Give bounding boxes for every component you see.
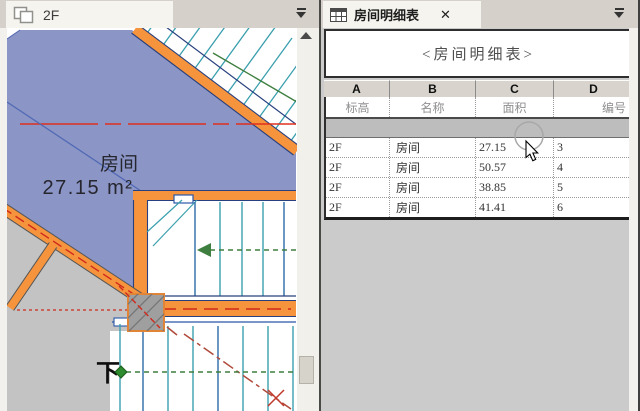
tab-schedule-label: 房间明细表: [354, 8, 420, 23]
header-area[interactable]: 面积: [476, 97, 554, 117]
room-tag-name[interactable]: 房间: [100, 153, 138, 175]
cell-level[interactable]: 2F: [326, 198, 390, 217]
door-opening-marker: [173, 194, 194, 204]
cell-name[interactable]: 房间: [390, 158, 476, 177]
vertical-wall[interactable]: [132, 200, 149, 300]
cell-number[interactable]: 6: [554, 198, 631, 217]
cell-level[interactable]: 2F: [326, 158, 390, 177]
schedule-title[interactable]: <房间明细表>: [324, 29, 633, 78]
scrollbar-thumb[interactable]: [299, 356, 314, 384]
left-view-scrollbar[interactable]: [297, 28, 319, 411]
left-view-tabbar: 2F: [0, 0, 319, 28]
floor-plan-icon: [13, 6, 34, 23]
cell-area[interactable]: 38.85: [476, 178, 554, 197]
revit-window: 2F 房间 27.15 m² 下 房间明细表 ✕ <房间明细表> A B C D…: [0, 0, 640, 411]
column-letter-a[interactable]: A: [324, 80, 390, 97]
table-row: 2F 房间 41.41 6: [326, 198, 631, 217]
column-letter-d[interactable]: D: [554, 80, 633, 97]
schedule-view-area: <房间明细表> A B C D 标高 名称 面积 编号 2F 房间 27.15 …: [321, 28, 638, 411]
right-view-tabbar: 房间明细表 ✕: [321, 0, 638, 28]
header-row: 标高 名称 面积 编号: [326, 97, 631, 119]
cell-area[interactable]: 41.41: [476, 198, 554, 217]
cell-level[interactable]: 2F: [326, 138, 390, 157]
cell-level[interactable]: 2F: [326, 178, 390, 197]
cell-name[interactable]: 房间: [390, 138, 476, 157]
cell-name[interactable]: 房间: [390, 198, 476, 217]
cell-area[interactable]: 27.15: [476, 138, 554, 157]
schedule-body: 标高 名称 面积 编号 2F 房间 27.15 3 2F 房间 50.57 4 …: [324, 97, 633, 220]
column-letter-b[interactable]: B: [390, 80, 476, 97]
right-tab-collapse-chevron-icon[interactable]: [613, 8, 626, 20]
floorplan-canvas[interactable]: 房间 27.15 m² 下: [7, 28, 297, 411]
header-name[interactable]: 名称: [390, 97, 476, 117]
header-number[interactable]: 编号: [554, 97, 631, 117]
close-tab-icon[interactable]: ✕: [440, 8, 451, 21]
table-row: 2F 房间 27.15 3: [326, 138, 631, 158]
tab-floorplan-2f[interactable]: 2F: [6, 1, 173, 28]
tab-room-schedule[interactable]: 房间明细表 ✕: [323, 1, 481, 28]
cell-name[interactable]: 房间: [390, 178, 476, 197]
cell-number[interactable]: 4: [554, 158, 631, 177]
scroll-up-arrow-icon[interactable]: [300, 32, 312, 39]
room-schedule-table: <房间明细表> A B C D 标高 名称 面积 编号 2F 房间 27.15 …: [324, 29, 633, 220]
lower-stair-flight[interactable]: [119, 324, 294, 411]
schedule-panel: 房间明细表 ✕ <房间明细表> A B C D 标高 名称 面积 编号 2F 房…: [321, 0, 638, 411]
column-letter-c[interactable]: C: [476, 80, 554, 97]
stair-break-line: [166, 326, 292, 410]
column-letter-row: A B C D: [324, 80, 633, 97]
room-tag-area[interactable]: 27.15 m²: [43, 177, 134, 199]
lower-stair-path: [114, 365, 296, 379]
tab-floorplan-label: 2F: [43, 6, 60, 23]
horizontal-wall-bottom[interactable]: [157, 299, 296, 318]
stair-direction-arrow: [197, 243, 211, 257]
cell-area[interactable]: 50.57: [476, 158, 554, 177]
cell-number[interactable]: 3: [554, 138, 631, 157]
left-tab-collapse-chevron-icon[interactable]: [295, 8, 308, 20]
table-row: 2F 房间 50.57 4: [326, 158, 631, 178]
header-level[interactable]: 标高: [326, 97, 390, 117]
middle-stair-flight[interactable]: [146, 199, 296, 297]
group-header-band: [326, 119, 631, 138]
schedule-icon: [330, 7, 347, 22]
cell-number[interactable]: 5: [554, 178, 631, 197]
table-row: 2F 房间 38.85 5: [326, 178, 631, 198]
right-panel-scroll-strip[interactable]: [629, 28, 638, 411]
horizontal-wall-mid[interactable]: [133, 189, 296, 202]
floorplan-view-area: 房间 27.15 m² 下: [0, 28, 319, 411]
